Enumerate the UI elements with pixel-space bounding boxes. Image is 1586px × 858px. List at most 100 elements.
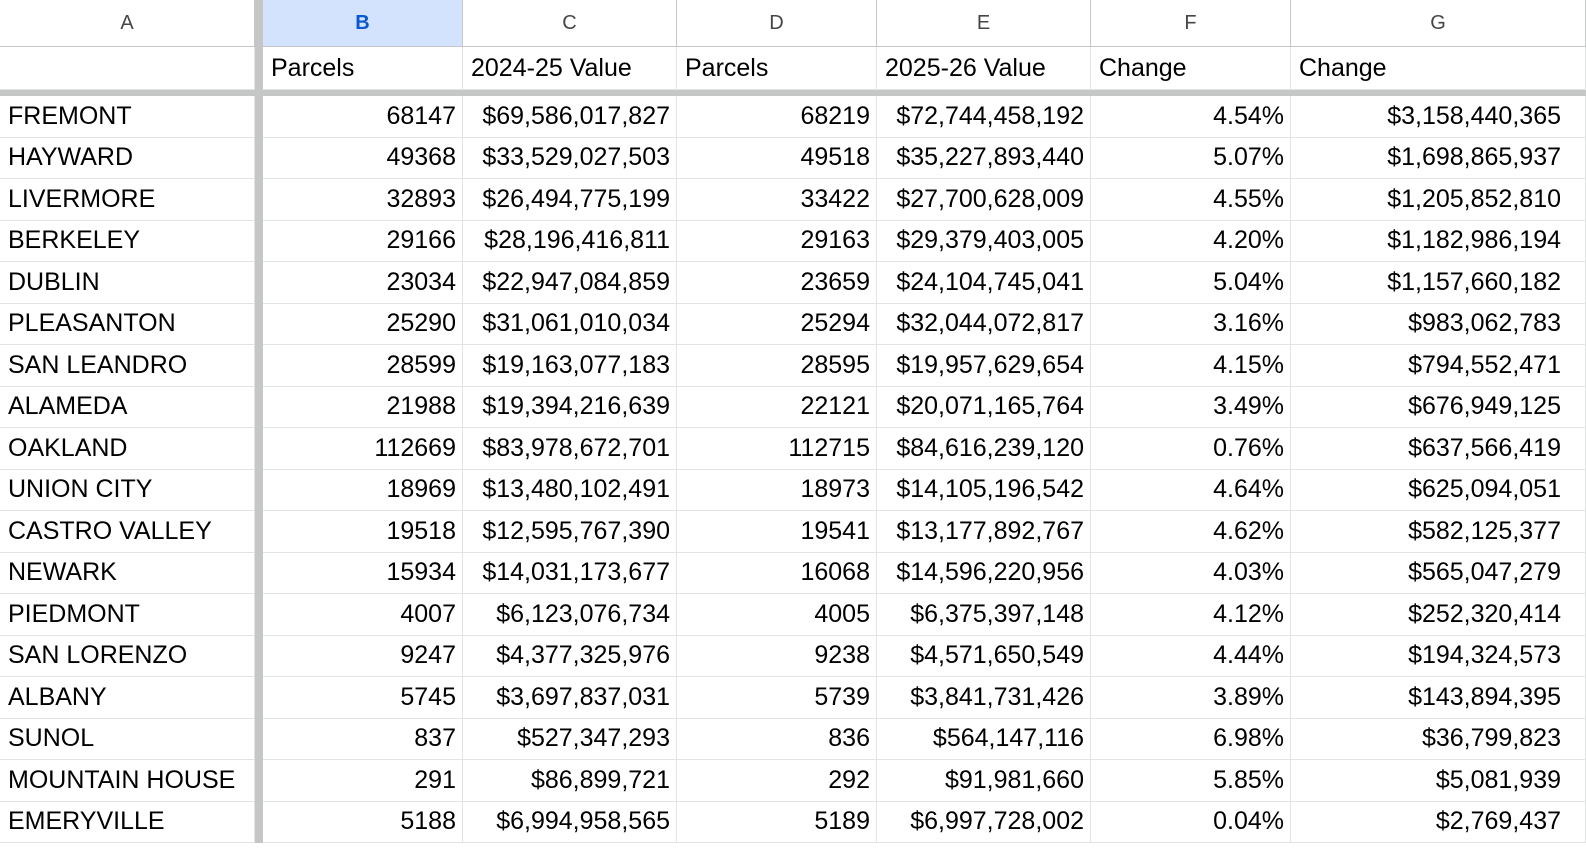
cell-f[interactable]: 4.55% [1091,179,1291,221]
cell-d[interactable]: 28595 [677,345,877,387]
cell-d[interactable]: 836 [677,718,877,760]
cell-e[interactable]: $91,981,660 [877,760,1091,802]
cell-b[interactable]: 21988 [263,386,463,428]
frozen-column-divider[interactable] [255,511,263,553]
column-header-b[interactable]: B [263,0,463,47]
cell-a[interactable]: NEWARK [0,552,255,594]
cell-a[interactable]: CASTRO VALLEY [0,511,255,553]
column-header-a[interactable]: A [0,0,255,47]
column-header-e[interactable]: E [877,0,1091,47]
cell-c[interactable]: $3,697,837,031 [463,677,677,719]
cell-d[interactable]: 22121 [677,386,877,428]
cell-b[interactable]: 291 [263,760,463,802]
cell-b[interactable]: 49368 [263,137,463,179]
cell-a[interactable]: LIVERMORE [0,179,255,221]
cell-d[interactable]: 29163 [677,220,877,262]
frozen-column-divider[interactable] [255,96,263,138]
cell-g[interactable]: $5,081,939 [1291,760,1586,802]
frozen-column-divider[interactable] [255,386,263,428]
cell-e[interactable]: $27,700,628,009 [877,179,1091,221]
cell-a[interactable]: HAYWARD [0,137,255,179]
cell-g[interactable]: $3,158,440,365 [1291,96,1586,138]
cell-c[interactable]: $28,196,416,811 [463,220,677,262]
cell-a[interactable]: EMERYVILLE [0,801,255,843]
cell-b[interactable]: 5745 [263,677,463,719]
cell-e[interactable]: $24,104,745,041 [877,262,1091,304]
cell-f[interactable]: 3.49% [1091,386,1291,428]
frozen-column-divider[interactable] [255,345,263,387]
cell-g[interactable]: $36,799,823 [1291,718,1586,760]
cell-b[interactable]: 25290 [263,303,463,345]
cell-c[interactable]: $33,529,027,503 [463,137,677,179]
column-header-c[interactable]: C [463,0,677,47]
cell-a[interactable]: SUNOL [0,718,255,760]
cell-b[interactable]: 28599 [263,345,463,387]
cell-d[interactable]: 23659 [677,262,877,304]
cell-d[interactable]: 49518 [677,137,877,179]
cell-e[interactable]: $14,596,220,956 [877,552,1091,594]
cell-f[interactable]: 0.76% [1091,428,1291,470]
cell-b[interactable]: 32893 [263,179,463,221]
cell-e[interactable]: $13,177,892,767 [877,511,1091,553]
cell-g[interactable]: $1,205,852,810 [1291,179,1586,221]
cell-a[interactable]: SAN LORENZO [0,635,255,677]
cell-c[interactable]: $83,978,672,701 [463,428,677,470]
cell-g[interactable]: $637,566,419 [1291,428,1586,470]
cell-f[interactable]: 4.44% [1091,635,1291,677]
cell-c[interactable]: $6,123,076,734 [463,594,677,636]
cell-b[interactable]: 29166 [263,220,463,262]
header-cell-f[interactable]: Change [1091,47,1291,90]
column-header-g[interactable]: G [1291,0,1586,47]
cell-g[interactable]: $1,157,660,182 [1291,262,1586,304]
cell-d[interactable]: 18973 [677,469,877,511]
cell-a[interactable]: UNION CITY [0,469,255,511]
frozen-column-divider[interactable] [255,718,263,760]
cell-d[interactable]: 25294 [677,303,877,345]
cell-g[interactable]: $252,320,414 [1291,594,1586,636]
cell-e[interactable]: $32,044,072,817 [877,303,1091,345]
cell-e[interactable]: $6,375,397,148 [877,594,1091,636]
cell-b[interactable]: 18969 [263,469,463,511]
cell-f[interactable]: 4.20% [1091,220,1291,262]
cell-g[interactable]: $1,698,865,937 [1291,137,1586,179]
cell-f[interactable]: 4.54% [1091,96,1291,138]
cell-g[interactable]: $625,094,051 [1291,469,1586,511]
frozen-column-divider[interactable] [255,469,263,511]
cell-c[interactable]: $19,394,216,639 [463,386,677,428]
cell-a[interactable]: DUBLIN [0,262,255,304]
cell-a[interactable]: MOUNTAIN HOUSE [0,760,255,802]
cell-c[interactable]: $26,494,775,199 [463,179,677,221]
cell-g[interactable]: $676,949,125 [1291,386,1586,428]
cell-f[interactable]: 5.85% [1091,760,1291,802]
cell-e[interactable]: $72,744,458,192 [877,96,1091,138]
cell-e[interactable]: $14,105,196,542 [877,469,1091,511]
frozen-column-divider[interactable] [255,137,263,179]
cell-c[interactable]: $86,899,721 [463,760,677,802]
cell-d[interactable]: 5739 [677,677,877,719]
header-cell-a[interactable] [0,47,255,90]
cell-d[interactable]: 33422 [677,179,877,221]
cell-b[interactable]: 4007 [263,594,463,636]
cell-e[interactable]: $20,071,165,764 [877,386,1091,428]
cell-c[interactable]: $31,061,010,034 [463,303,677,345]
cell-g[interactable]: $794,552,471 [1291,345,1586,387]
frozen-column-divider[interactable] [255,677,263,719]
cell-c[interactable]: $14,031,173,677 [463,552,677,594]
cell-b[interactable]: 15934 [263,552,463,594]
cell-a[interactable]: ALBANY [0,677,255,719]
cell-a[interactable]: ALAMEDA [0,386,255,428]
frozen-column-divider[interactable] [255,220,263,262]
cell-f[interactable]: 5.04% [1091,262,1291,304]
cell-g[interactable]: $2,769,437 [1291,801,1586,843]
cell-e[interactable]: $564,147,116 [877,718,1091,760]
header-cell-g[interactable]: Change [1291,47,1586,90]
cell-g[interactable]: $194,324,573 [1291,635,1586,677]
cell-b[interactable]: 837 [263,718,463,760]
frozen-column-divider[interactable] [255,552,263,594]
header-cell-d[interactable]: Parcels [677,47,877,90]
cell-c[interactable]: $69,586,017,827 [463,96,677,138]
frozen-column-divider[interactable] [255,179,263,221]
cell-d[interactable]: 16068 [677,552,877,594]
cell-b[interactable]: 112669 [263,428,463,470]
header-cell-c[interactable]: 2024-25 Value [463,47,677,90]
